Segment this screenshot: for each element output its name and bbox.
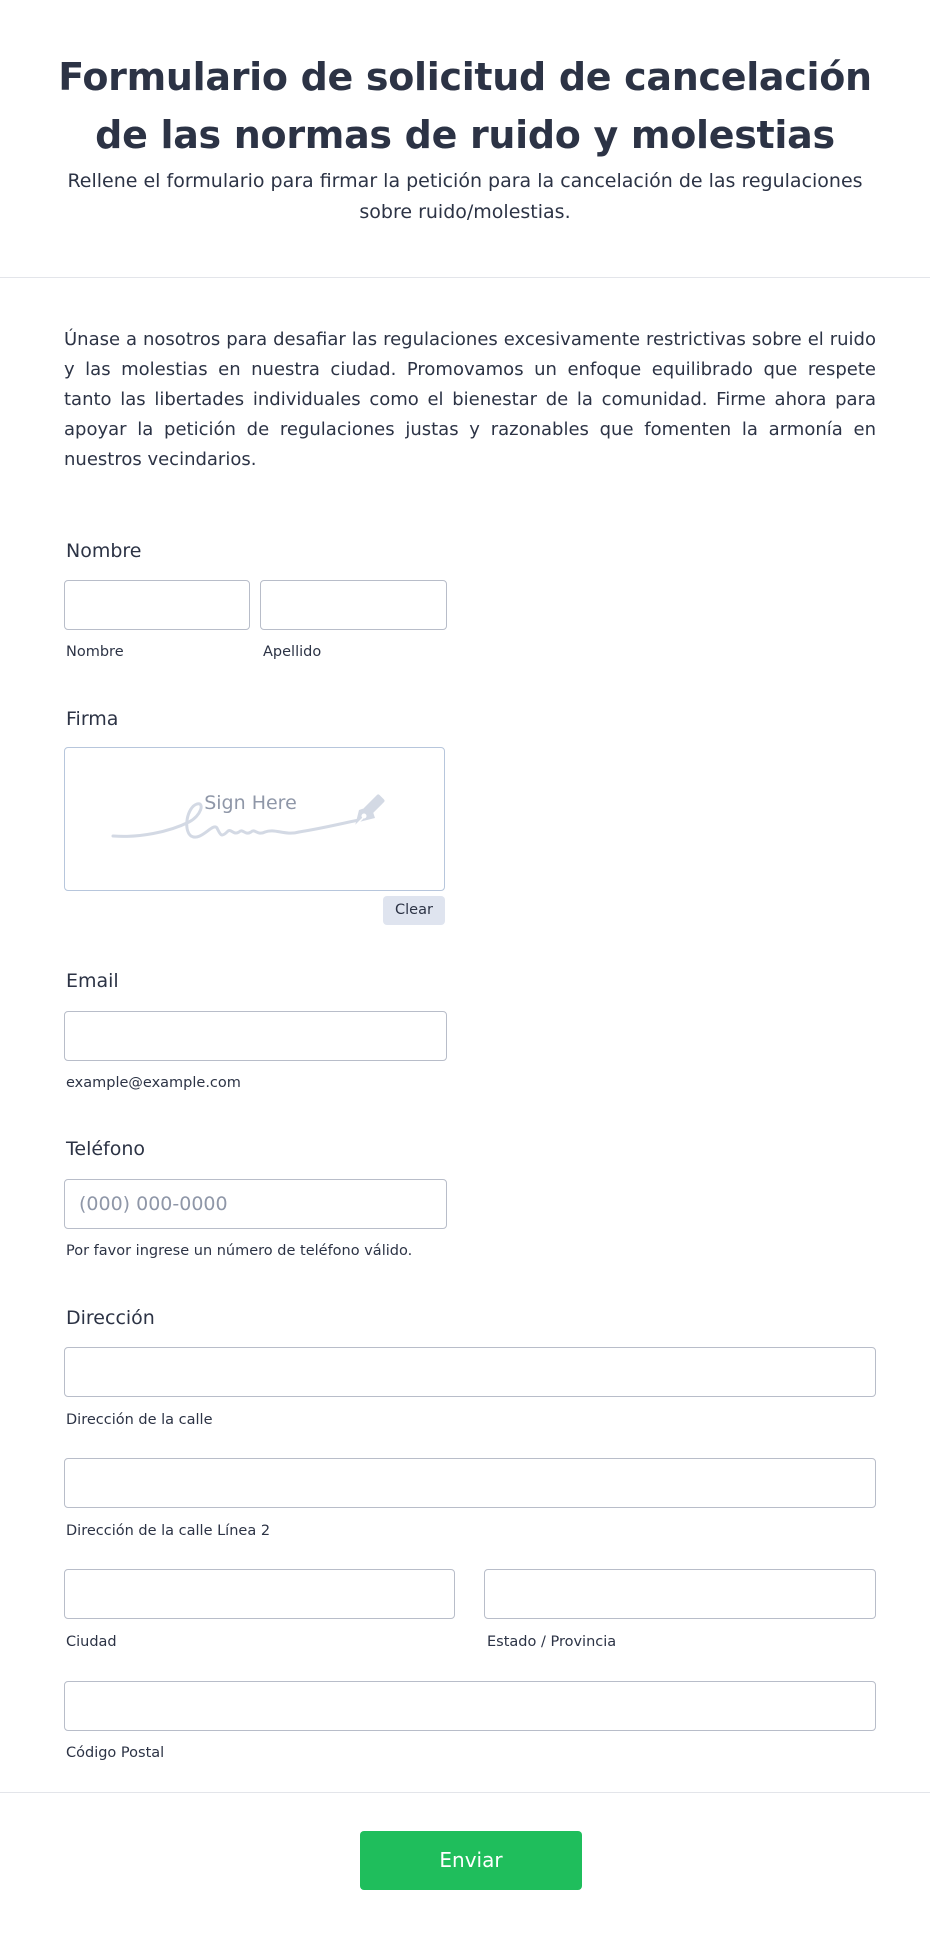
street-address-line2-input[interactable]: [64, 1458, 876, 1508]
email-sublabel: example@example.com: [66, 1075, 241, 1091]
state-sublabel: Estado / Provincia: [487, 1634, 617, 1650]
last-name-sublabel: Apellido: [263, 644, 322, 660]
form-subtitle: Rellene el formulario para firmar la pet…: [67, 170, 863, 223]
intro-paragraph: Únase a nosotros para desafiar las regul…: [64, 329, 876, 470]
form-title: Formulario de solicitud de cancelación d…: [58, 55, 872, 157]
phone-input[interactable]: (000) 000-0000: [64, 1179, 447, 1229]
address-label: Dirección: [66, 1307, 155, 1329]
clear-signature-button[interactable]: Clear: [383, 896, 445, 925]
first-name-input[interactable]: [64, 580, 250, 630]
street-address-sublabel: Dirección de la calle: [66, 1412, 213, 1428]
postal-code-sublabel: Código Postal: [66, 1745, 165, 1761]
submit-button[interactable]: Enviar: [360, 1831, 582, 1890]
form-header: Formulario de solicitud de cancelación d…: [0, 0, 930, 278]
email-label: Email: [66, 970, 119, 992]
signature-pad[interactable]: Sign Here: [64, 747, 445, 891]
first-name-sublabel: Nombre: [66, 644, 124, 660]
footer-divider: [0, 1792, 930, 1793]
email-input[interactable]: [64, 1011, 447, 1061]
signature-label: Firma: [66, 708, 119, 730]
street-address-line2-sublabel: Dirección de la calle Línea 2: [66, 1523, 271, 1539]
phone-sublabel: Por favor ingrese un número de teléfono …: [66, 1243, 413, 1259]
postal-code-input[interactable]: [64, 1681, 876, 1731]
phone-label: Teléfono: [66, 1138, 146, 1160]
street-address-input[interactable]: [64, 1347, 876, 1397]
state-input[interactable]: [484, 1569, 876, 1619]
last-name-input[interactable]: [260, 580, 447, 630]
city-input[interactable]: [64, 1569, 455, 1619]
pen-nib-icon: [354, 794, 385, 827]
city-sublabel: Ciudad: [66, 1634, 117, 1650]
name-label: Nombre: [66, 540, 142, 562]
